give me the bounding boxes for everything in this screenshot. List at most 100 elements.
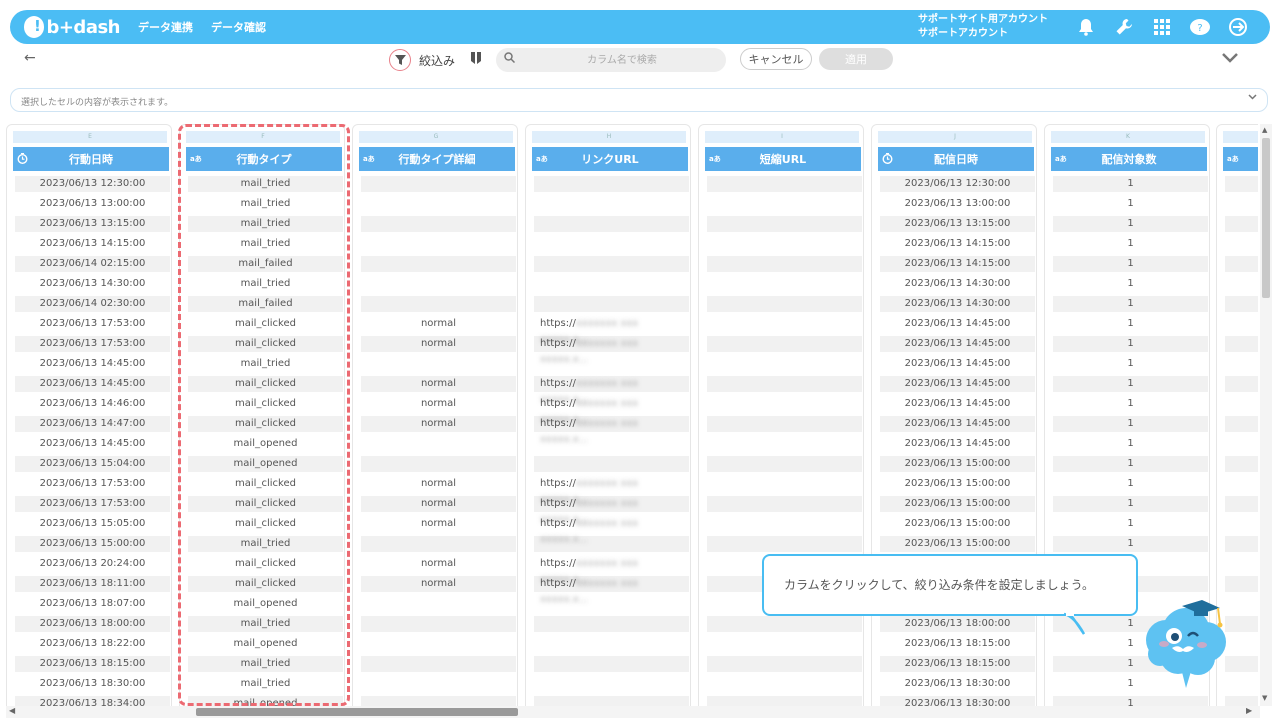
- table-cell[interactable]: 1: [1053, 516, 1208, 536]
- table-cell[interactable]: mail_tried: [188, 656, 343, 676]
- table-cell[interactable]: 2023/06/13 18:15:00: [15, 656, 170, 676]
- table-cell[interactable]: [707, 636, 862, 656]
- horizontal-scroll-thumb[interactable]: [196, 708, 518, 716]
- table-cell[interactable]: 1: [1053, 296, 1208, 316]
- table-cell[interactable]: [534, 696, 689, 706]
- scroll-right-icon[interactable]: ▶: [1246, 706, 1252, 715]
- table-cell[interactable]: [1225, 316, 1258, 336]
- table-cell[interactable]: 2023/06/13 17:53:00: [15, 496, 170, 516]
- table-cell[interactable]: mail_tried: [188, 616, 343, 636]
- table-cell[interactable]: [361, 356, 516, 376]
- table-cell[interactable]: [707, 216, 862, 236]
- table-cell[interactable]: [1225, 376, 1258, 396]
- chevron-down-icon[interactable]: [1222, 48, 1238, 67]
- table-cell[interactable]: 2023/06/13 15:00:00: [880, 536, 1035, 556]
- table-cell[interactable]: 2023/06/13 17:53:00: [15, 316, 170, 336]
- table-cell[interactable]: [707, 516, 862, 536]
- table-cell[interactable]: [1225, 496, 1258, 516]
- table-cell[interactable]: 2023/06/13 20:24:00: [15, 556, 170, 576]
- table-cell[interactable]: 2023/06/14 02:15:00: [15, 256, 170, 276]
- table-cell[interactable]: 2023/06/13 17:53:00: [15, 336, 170, 356]
- table-cell[interactable]: 2023/06/13 14:15:00: [15, 236, 170, 256]
- table-cell[interactable]: 1: [1053, 276, 1208, 296]
- column-header-extra[interactable]: aあ: [1223, 147, 1258, 171]
- table-cell[interactable]: https://xxxxxxx xxx xxxxx.x...: [534, 496, 689, 525]
- table-cell[interactable]: mail_clicked: [188, 556, 343, 576]
- table-cell[interactable]: [707, 436, 862, 456]
- table-cell[interactable]: https://xxxxxxx xxx xxxxx.x...: [534, 556, 689, 585]
- table-cell[interactable]: 2023/06/13 18:22:00: [15, 636, 170, 656]
- table-cell[interactable]: [1225, 436, 1258, 456]
- table-cell[interactable]: 2023/06/13 14:45:00: [15, 376, 170, 396]
- table-cell[interactable]: 2023/06/13 14:30:00: [15, 276, 170, 296]
- table-cell[interactable]: 2023/06/13 14:47:00: [15, 416, 170, 436]
- table-cell[interactable]: [1225, 416, 1258, 436]
- table-cell[interactable]: mail_tried: [188, 196, 343, 216]
- table-cell[interactable]: mail_clicked: [188, 516, 343, 536]
- table-cell[interactable]: 2023/06/13 14:45:00: [880, 416, 1035, 436]
- table-cell[interactable]: 1: [1053, 536, 1208, 556]
- table-cell[interactable]: [361, 636, 516, 656]
- table-cell[interactable]: 1: [1053, 376, 1208, 396]
- cancel-button[interactable]: キャンセル: [740, 48, 812, 70]
- back-arrow-icon[interactable]: ←: [24, 50, 36, 66]
- logo[interactable]: b+dash: [24, 16, 120, 38]
- table-cell[interactable]: [1225, 536, 1258, 556]
- table-cell[interactable]: mail_clicked: [188, 396, 343, 416]
- scroll-up-icon[interactable]: ▲: [1262, 126, 1267, 134]
- table-cell[interactable]: [707, 616, 862, 636]
- table-cell[interactable]: mail_tried: [188, 236, 343, 256]
- table-cell[interactable]: normal: [361, 376, 516, 396]
- table-cell[interactable]: [361, 536, 516, 556]
- table-cell[interactable]: 1: [1053, 336, 1208, 356]
- table-cell[interactable]: [707, 656, 862, 676]
- table-cell[interactable]: [361, 196, 516, 216]
- table-cell[interactable]: [361, 296, 516, 316]
- table-cell[interactable]: 2023/06/13 15:05:00: [15, 516, 170, 536]
- table-cell[interactable]: [361, 456, 516, 476]
- table-cell[interactable]: [1225, 556, 1258, 576]
- table-cell[interactable]: [361, 216, 516, 236]
- table-cell[interactable]: [707, 356, 862, 376]
- chevron-down-icon[interactable]: [1248, 92, 1257, 103]
- table-cell[interactable]: 2023/06/13 15:00:00: [880, 456, 1035, 476]
- table-cell[interactable]: https://xxxxxxx xxx xxxxx.x...: [534, 476, 689, 505]
- table-cell[interactable]: 2023/06/13 14:45:00: [880, 336, 1035, 356]
- table-cell[interactable]: normal: [361, 496, 516, 516]
- table-cell[interactable]: 2023/06/13 14:45:00: [880, 376, 1035, 396]
- table-cell[interactable]: [707, 276, 862, 296]
- table-cell[interactable]: normal: [361, 316, 516, 336]
- table-cell[interactable]: [707, 336, 862, 356]
- table-cell[interactable]: [361, 596, 516, 616]
- filter-icon[interactable]: [389, 49, 411, 71]
- table-cell[interactable]: 2023/06/13 17:53:00: [15, 476, 170, 496]
- table-cell[interactable]: 2023/06/13 13:00:00: [880, 196, 1035, 216]
- table-cell[interactable]: 1: [1053, 196, 1208, 216]
- table-cell[interactable]: 2023/06/13 18:15:00: [880, 656, 1035, 676]
- table-cell[interactable]: [534, 296, 689, 316]
- table-cell[interactable]: mail_failed: [188, 296, 343, 316]
- table-cell[interactable]: [707, 676, 862, 696]
- table-cell[interactable]: [361, 436, 516, 456]
- table-cell[interactable]: normal: [361, 336, 516, 356]
- table-cell[interactable]: 1: [1053, 396, 1208, 416]
- nav-data-confirm[interactable]: データ確認: [211, 19, 266, 35]
- table-cell[interactable]: 2023/06/13 15:00:00: [15, 536, 170, 556]
- table-cell[interactable]: 1: [1053, 236, 1208, 256]
- table-cell[interactable]: [707, 296, 862, 316]
- table-cell[interactable]: 2023/06/13 14:45:00: [15, 436, 170, 456]
- bookmark-icon[interactable]: [470, 51, 482, 69]
- table-cell[interactable]: [534, 676, 689, 696]
- table-cell[interactable]: [1225, 276, 1258, 296]
- table-cell[interactable]: 2023/06/13 18:34:00: [15, 696, 170, 706]
- table-cell[interactable]: mail_opened: [188, 696, 343, 706]
- cell-content-display[interactable]: 選択したセルの内容が表示されます。: [10, 88, 1268, 112]
- table-cell[interactable]: [1225, 196, 1258, 216]
- table-cell[interactable]: 2023/06/13 18:30:00: [880, 676, 1035, 696]
- table-cell[interactable]: mail_opened: [188, 456, 343, 476]
- table-cell[interactable]: 2023/06/13 14:30:00: [880, 276, 1035, 296]
- table-cell[interactable]: [1225, 236, 1258, 256]
- table-cell[interactable]: 2023/06/13 15:00:00: [880, 496, 1035, 516]
- table-cell[interactable]: [361, 696, 516, 706]
- table-cell[interactable]: mail_opened: [188, 596, 343, 616]
